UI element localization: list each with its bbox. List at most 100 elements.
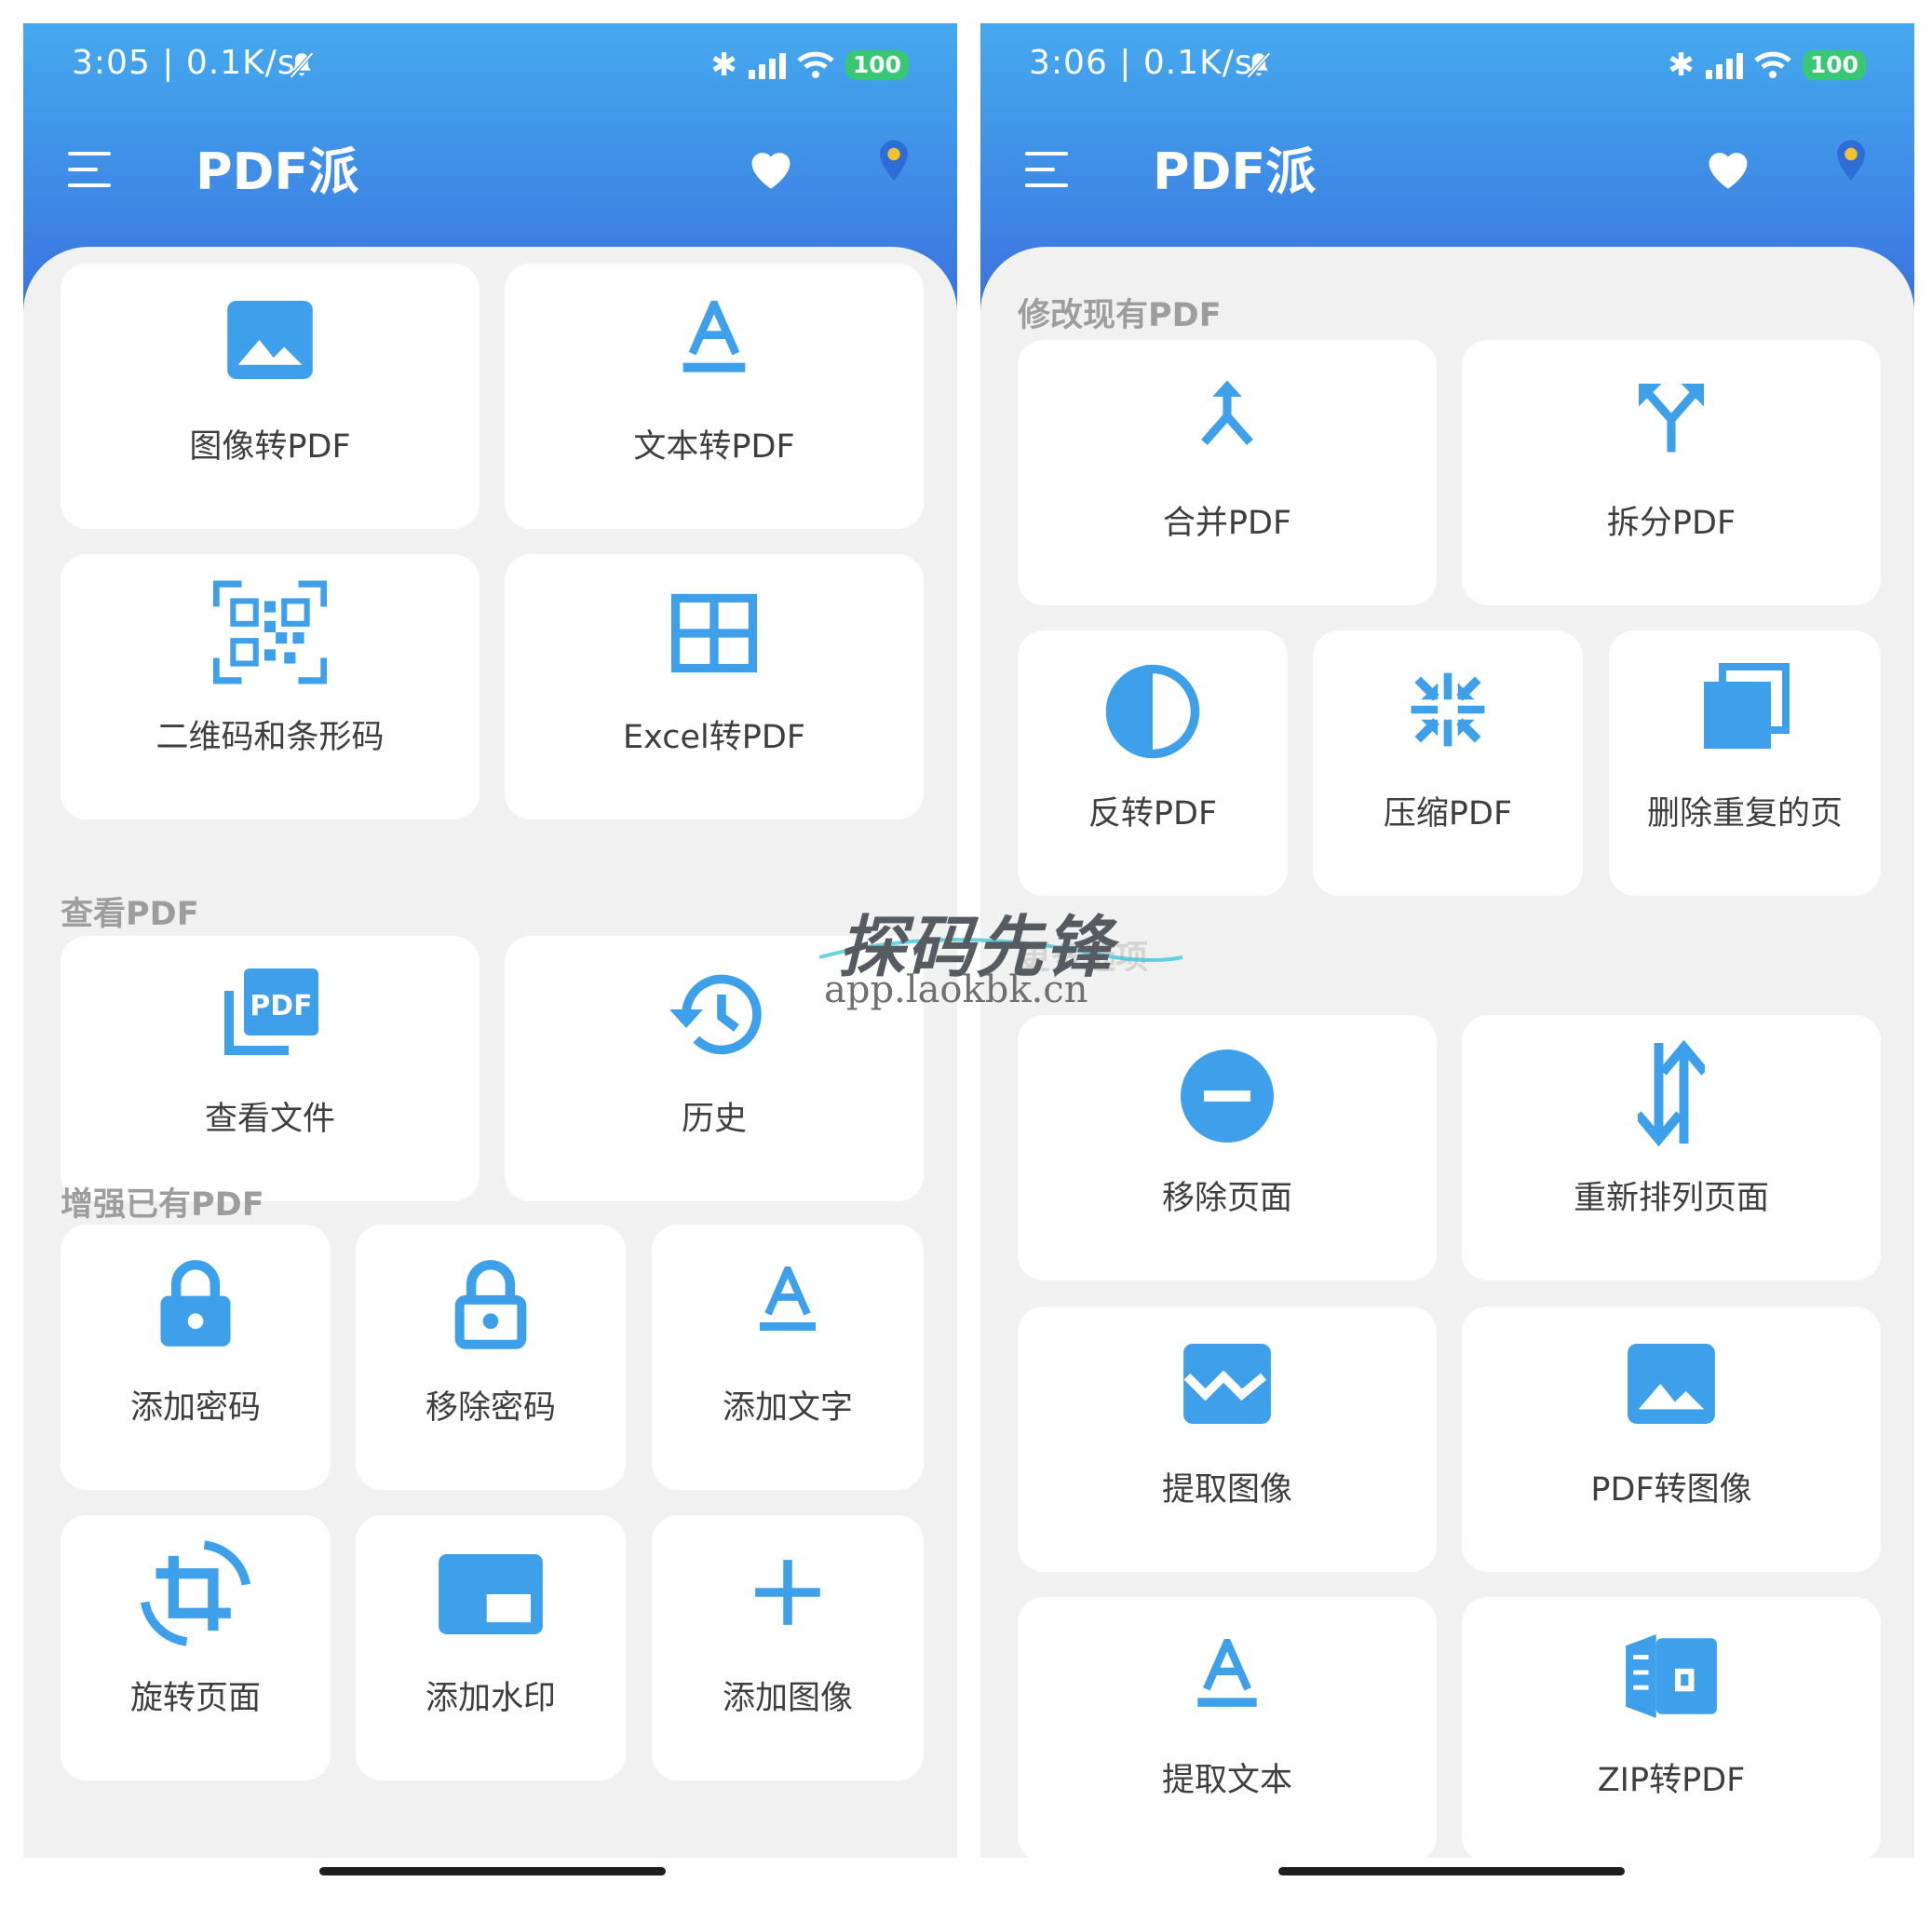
menu-icon[interactable]	[68, 152, 113, 189]
history-icon	[669, 974, 762, 1055]
grid-icon	[671, 593, 757, 673]
tool-label: 反转PDF	[1088, 795, 1218, 833]
tool-delete-duplicates[interactable]: 删除重复的页	[1609, 630, 1881, 896]
bluetooth-icon: ✱	[1668, 47, 1695, 84]
tool-label: 添加密码	[129, 1389, 261, 1427]
status-icons: ✱ 100	[710, 44, 909, 87]
lock-icon	[160, 1260, 231, 1347]
tool-add-password[interactable]: 添加密码	[61, 1225, 331, 1490]
tool-remove-password[interactable]: 移除密码	[356, 1225, 626, 1490]
swap-vertical-icon	[1638, 1039, 1705, 1147]
plus-icon	[755, 1560, 820, 1625]
tool-label: 文本转PDF	[633, 428, 795, 466]
tool-extract-images[interactable]: 提取图像	[1018, 1307, 1437, 1572]
battery-indicator: 100	[1802, 50, 1866, 80]
tool-label: 移除密码	[425, 1389, 556, 1427]
heart-icon[interactable]	[1702, 144, 1754, 191]
section-title-modify: 修改现有PDF	[1018, 297, 1222, 334]
bluetooth-icon: ✱	[710, 47, 737, 84]
tool-extract-text[interactable]: 提取文本	[1018, 1597, 1437, 1858]
watermark-overlay: 探码先锋 app.laokbk.cn	[810, 892, 1201, 1013]
tool-zip-to-pdf[interactable]: ZIP转PDF	[1462, 1597, 1881, 1858]
home-indicator-left[interactable]	[319, 1867, 666, 1875]
mute-bell-icon	[290, 51, 314, 79]
tool-label: ZIP转PDF	[1597, 1762, 1746, 1799]
tool-pdf-to-image[interactable]: PDF转图像	[1462, 1307, 1881, 1572]
tool-label: 压缩PDF	[1383, 795, 1513, 833]
svg-text:PDF: PDF	[250, 990, 312, 1022]
merge-icon	[1201, 380, 1253, 445]
tool-view-files[interactable]: PDF 查看文件	[61, 936, 480, 1201]
tool-excel-to-pdf[interactable]: Excel转PDF	[505, 554, 924, 819]
tool-label: 添加文字	[722, 1389, 853, 1427]
text-a-icon	[760, 1266, 816, 1331]
split-icon	[1639, 384, 1704, 453]
tool-qr-barcode[interactable]: 二维码和条形码	[61, 554, 480, 819]
tool-label: 旋转页面	[129, 1680, 261, 1717]
image-icon	[227, 301, 313, 379]
menu-icon[interactable]	[1025, 152, 1070, 189]
section-title-view: 查看PDF	[61, 896, 199, 933]
tool-add-watermark[interactable]: 添加水印	[356, 1515, 626, 1780]
main-content: 图像转PDF 文本转PDF 二维码和条形码 Excel转PDF 查看PDF PD…	[23, 247, 957, 1858]
home-indicator-right[interactable]	[1278, 1867, 1625, 1875]
pdf-files-icon: PDF	[224, 968, 318, 1055]
text-a-icon	[682, 301, 746, 372]
status-time: 3:05 | 0.1K/s	[72, 44, 296, 82]
zip-archive-icon	[1626, 1634, 1717, 1718]
compress-icon	[1411, 672, 1485, 747]
heart-icon[interactable]	[745, 144, 797, 191]
tool-add-image[interactable]: 添加图像	[652, 1515, 924, 1780]
tool-label: 删除重复的页	[1646, 795, 1843, 833]
tool-label: 移除页面	[1161, 1180, 1292, 1217]
wifi-icon	[797, 51, 834, 78]
tool-label: 提取文本	[1161, 1762, 1292, 1799]
remove-circle-icon	[1181, 1049, 1274, 1143]
tool-reorder-pages[interactable]: 重新排列页面	[1462, 1015, 1881, 1280]
location-pin-icon[interactable]	[877, 138, 911, 184]
tool-label: 添加水印	[425, 1680, 556, 1717]
tool-label: 查看文件	[204, 1101, 335, 1138]
image-icon	[1628, 1344, 1715, 1424]
tool-label: PDF转图像	[1590, 1471, 1752, 1509]
copy-pages-icon	[1704, 663, 1790, 749]
tool-label: 提取图像	[1161, 1471, 1292, 1509]
tool-label: 重新排列页面	[1573, 1180, 1769, 1217]
tool-invert-pdf[interactable]: 反转PDF	[1018, 630, 1288, 896]
watermark-url: app.laokbk.cn	[824, 968, 1088, 1011]
tool-label: 添加图像	[722, 1680, 853, 1717]
tool-split-pdf[interactable]: 拆分PDF	[1462, 340, 1881, 605]
tool-text-to-pdf[interactable]: 文本转PDF	[505, 264, 924, 529]
tool-label: 二维码和条形码	[155, 719, 385, 756]
main-content: 修改现有PDF 合并PDF 拆分PDF 反转PDF 压缩PDF 删除重复的页 更…	[980, 247, 1914, 1858]
tool-add-text[interactable]: 添加文字	[652, 1225, 924, 1490]
broken-image-icon	[1183, 1344, 1271, 1424]
rotate-crop-icon	[141, 1540, 250, 1646]
section-title-enhance: 增强已有PDF	[61, 1186, 264, 1224]
tool-label: 历史	[681, 1101, 747, 1138]
tool-label: 拆分PDF	[1606, 505, 1736, 542]
battery-indicator: 100	[844, 50, 909, 80]
cell-signal-icon	[1705, 51, 1743, 79]
tool-label: 图像转PDF	[189, 428, 351, 466]
mute-bell-icon	[1247, 51, 1271, 79]
unlock-icon	[454, 1260, 527, 1349]
contrast-icon	[1105, 664, 1200, 759]
tool-rotate-pages[interactable]: 旋转页面	[61, 1515, 331, 1780]
tool-remove-pages[interactable]: 移除页面	[1018, 1015, 1437, 1280]
tool-compress-pdf[interactable]: 压缩PDF	[1313, 630, 1583, 896]
status-time: 3:06 | 0.1K/s	[1029, 44, 1253, 82]
qr-code-icon	[213, 580, 327, 684]
tool-image-to-pdf[interactable]: 图像转PDF	[61, 264, 480, 529]
tool-label: Excel转PDF	[623, 719, 805, 756]
app-title: PDF派	[1153, 142, 1317, 201]
app-title: PDF派	[196, 142, 359, 201]
wifi-icon	[1754, 51, 1791, 78]
location-pin-icon[interactable]	[1834, 138, 1868, 184]
tool-merge-pdf[interactable]: 合并PDF	[1018, 340, 1437, 605]
watermark-icon	[439, 1554, 543, 1634]
tool-label: 合并PDF	[1162, 505, 1292, 542]
text-a-icon	[1197, 1639, 1257, 1707]
cell-signal-icon	[748, 51, 786, 79]
status-icons: ✱ 100	[1668, 44, 1866, 87]
